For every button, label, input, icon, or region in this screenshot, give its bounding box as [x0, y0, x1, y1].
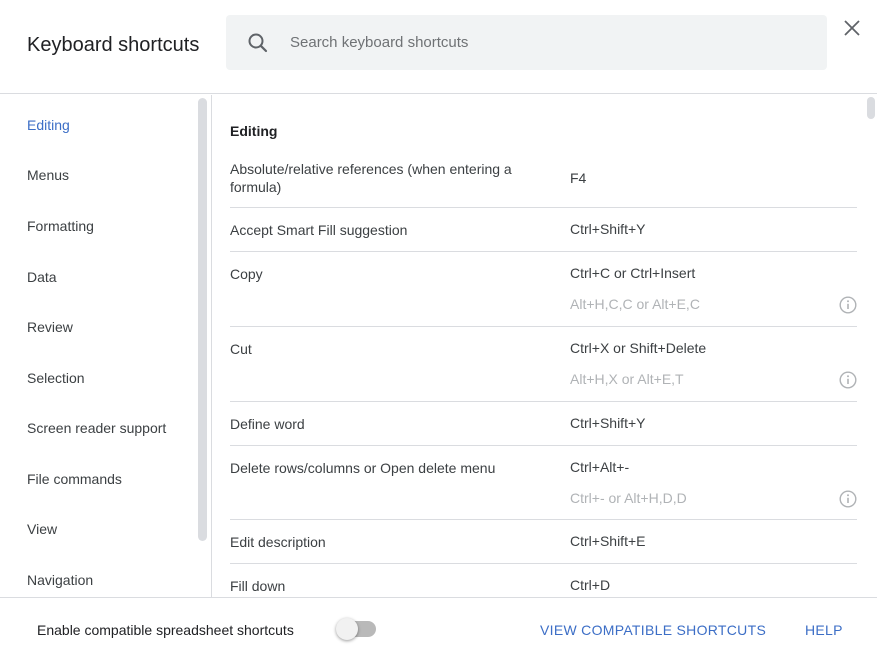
sidebar-item-view[interactable]: View — [27, 521, 57, 537]
shortcut-keys: Ctrl+X or Shift+Delete — [570, 340, 707, 356]
shortcut-keys: Ctrl+Shift+E — [570, 533, 646, 549]
compatible-shortcuts-toggle[interactable] — [336, 618, 378, 640]
section-title: Editing — [230, 123, 278, 139]
shortcut-keys: Ctrl+C or Ctrl+Insert — [570, 265, 696, 281]
dialog-title: Keyboard shortcuts — [27, 34, 200, 56]
help-button[interactable]: HELP — [805, 622, 843, 638]
shortcut-row: Absolute/relative references (when enter… — [230, 157, 857, 208]
shortcut-row: Copy Ctrl+C or Ctrl+Insert Alt+H,C,C or … — [230, 252, 857, 327]
sidebar-item-editing[interactable]: Editing — [27, 117, 70, 133]
sidebar-item-data[interactable]: Data — [27, 269, 57, 285]
toggle-thumb — [336, 618, 358, 640]
search-icon — [248, 33, 268, 53]
sidebar-scrollbar[interactable] — [198, 98, 207, 541]
shortcut-action: Cut — [230, 341, 252, 357]
shortcut-row: Accept Smart Fill suggestion Ctrl+Shift+… — [230, 208, 857, 252]
shortcut-action: Copy — [230, 266, 263, 282]
shortcut-alt-keys: Ctrl+- or Alt+H,D,D — [570, 490, 687, 506]
shortcut-keys: Ctrl+Shift+Y — [570, 415, 646, 431]
shortcut-keys: Ctrl+D — [570, 577, 611, 593]
shortcut-row: Cut Ctrl+X or Shift+Delete Alt+H,X or Al… — [230, 327, 857, 402]
sidebar-item-selection[interactable]: Selection — [27, 370, 85, 386]
shortcuts-list: Editing Absolute/relative references (wh… — [213, 95, 877, 597]
sidebar-item-screen-reader-support[interactable]: Screen reader support — [27, 420, 166, 436]
shortcut-action: Delete rows/columns or Open delete menu — [230, 460, 496, 476]
shortcut-alt-keys: Alt+H,C,C or Alt+E,C — [570, 296, 700, 312]
sidebar-item-review[interactable]: Review — [27, 319, 73, 335]
shortcut-action: Define word — [230, 416, 305, 432]
shortcut-row: Edit description Ctrl+Shift+E — [230, 520, 857, 564]
shortcut-action: Absolute/relative references (when enter… — [230, 161, 512, 195]
sidebar-item-formatting[interactable]: Formatting — [27, 218, 94, 234]
shortcut-keys: F4 — [570, 170, 587, 186]
sidebar-item-file-commands[interactable]: File commands — [27, 471, 122, 487]
content-scrollbar[interactable] — [867, 97, 875, 119]
category-sidebar: Editing Menus Formatting Data Review Sel… — [0, 95, 212, 597]
shortcut-action: Fill down — [230, 578, 286, 594]
search-input[interactable] — [290, 15, 810, 70]
shortcut-row: Fill down Ctrl+D — [230, 564, 857, 597]
shortcut-action: Accept Smart Fill suggestion — [230, 222, 408, 238]
dialog-footer: Enable compatible spreadsheet shortcuts … — [0, 597, 877, 659]
shortcut-alt-keys: Alt+H,X or Alt+E,T — [570, 371, 684, 387]
shortcut-row: Define word Ctrl+Shift+Y — [230, 402, 857, 446]
info-icon[interactable] — [839, 371, 857, 389]
sidebar-item-navigation[interactable]: Navigation — [27, 572, 93, 588]
shortcut-keys: Ctrl+Alt+- — [570, 459, 630, 475]
compatible-shortcuts-label: Enable compatible spreadsheet shortcuts — [37, 622, 294, 638]
info-icon[interactable] — [839, 296, 857, 314]
close-icon[interactable] — [842, 18, 862, 38]
search-box[interactable] — [226, 15, 827, 70]
info-icon[interactable] — [839, 490, 857, 508]
sidebar-item-menus[interactable]: Menus — [27, 167, 69, 183]
shortcut-keys: Ctrl+Shift+Y — [570, 221, 646, 237]
dialog-header: Keyboard shortcuts — [0, 0, 877, 94]
shortcut-row: Delete rows/columns or Open delete menu … — [230, 446, 857, 520]
shortcut-action: Edit description — [230, 534, 326, 550]
view-compatible-shortcuts-button[interactable]: VIEW COMPATIBLE SHORTCUTS — [540, 622, 766, 638]
